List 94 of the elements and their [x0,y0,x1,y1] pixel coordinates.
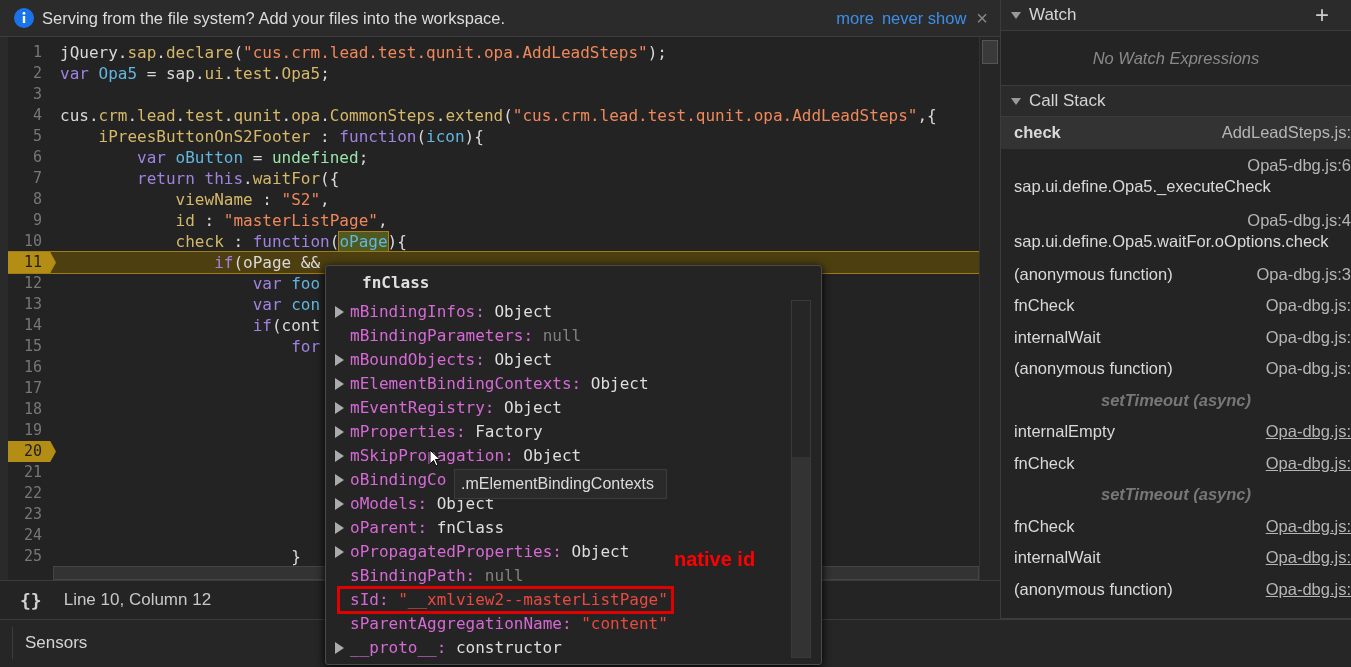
property-entry[interactable]: __proto__: constructor [350,636,562,660]
line-number: 10 [22,231,43,252]
info-link[interactable]: more [836,8,874,28]
line-number: 2 [31,63,43,84]
code-line: jQuery.sap.declare("cus.crm.lead.test.qunit.opa.AddLeadSteps"); [59,42,667,63]
scrollbar[interactable] [979,37,1000,580]
code-line: } [290,546,301,567]
info-message: Serving from the file system? Add your files into the workspace. [42,8,506,28]
call-frame[interactable]: internalWait Opa-dbg.js: [1001,542,1351,574]
property-entry[interactable]: oPropagatedProperties: Object [350,540,630,564]
line-number: 8 [31,189,43,210]
property-entry[interactable]: sId: "__xmlview2--masterListPage" [350,588,668,612]
property-entry[interactable]: mElementBindingContexts: Object [350,372,649,396]
tooltip: .mElementBindingContexts [454,469,667,499]
caret-icon[interactable] [1011,10,1021,20]
property-entry[interactable]: oParent: fnClass [350,516,505,540]
expand-icon[interactable] [334,474,344,486]
line-number: 5 [31,126,43,147]
line-number: 12 [22,273,43,294]
expand-icon[interactable] [334,546,344,558]
line-number: 21 [22,462,43,483]
code-line: cus.crm.lead.test.qunit.opa.CommonSteps.extend("cus.crm.lead.test.qunit.opa.AddLeadSteps",{ [59,105,937,126]
property-entry[interactable]: mEventRegistry: Object [350,396,562,420]
property-entry[interactable]: mBindingInfos: Object [350,300,553,324]
line-number: 1 [31,42,43,63]
call-frame[interactable]: Opa5-dbg.js:4 sap.ui.define.Opa5.waitFor.oOptions.check [1001,203,1351,259]
code-line: var foo [251,273,321,294]
info-icon [14,8,34,28]
call-frame[interactable]: fnCheck Opa-dbg.js: [1001,290,1351,322]
code-line: iPreesButtonOnS2Footer : function(icon){ [97,126,484,147]
line-number: 6 [31,147,43,168]
line-number: 22 [22,483,43,504]
code-line: var oButton = undefined; [136,147,369,168]
call-frame[interactable]: fnCheck Opa-dbg.js: [1001,447,1351,479]
code-line: var con [251,294,321,315]
property-entry[interactable]: mBindingParameters: null [350,324,582,348]
line-number: 4 [31,105,43,126]
popover-title: fnClass [361,272,431,294]
code-line: viewName : "S2", [174,189,330,210]
line-number: 9 [31,210,43,231]
code-line: check : function(oPage){ [174,231,407,252]
annotation-text: native id [674,548,756,571]
code-line: if(oPage && [213,252,321,273]
call-frame[interactable]: (anonymous function) Opa-dbg.js: [1001,573,1351,605]
property-entry[interactable]: sParentAggregationName: "content" [350,612,668,636]
call-frame[interactable]: (anonymous function) Opa-dbg.js:3 [1001,258,1351,290]
info-link[interactable]: never show [881,8,967,28]
cursor-position: Line 10, Column 12 [63,590,212,610]
breakpoint-marker[interactable]: 11 [8,252,56,273]
add-watch-button[interactable]: + [1315,2,1329,28]
line-number: 18 [22,399,43,420]
code-line: id : "masterListPage", [174,210,388,231]
line-number: 19 [22,420,43,441]
call-frame[interactable]: internalWait Opa-dbg.js: [1001,321,1351,353]
code-line: var Opa5 = sap.ui.test.Opa5; [59,63,330,84]
close-button[interactable]: × [974,6,990,30]
async-separator: setTimeout (async) [1099,389,1253,411]
async-separator: setTimeout (async) [1099,484,1253,506]
line-number: 16 [22,357,43,378]
property-entry[interactable]: mBoundObjects: Object [350,348,553,372]
property-entry[interactable]: oBindingCo [350,468,447,492]
expand-icon[interactable] [334,642,344,654]
line-number: 25 [22,546,43,567]
line-number: 7 [31,168,43,189]
code-line: return this.waitFor({ [136,168,340,189]
line-number: 3 [31,84,43,105]
line-number: 13 [22,294,43,315]
drawer-tab[interactable]: Sensors [12,627,100,659]
expand-icon[interactable] [334,402,344,414]
expand-icon[interactable] [334,306,344,318]
code-line: if(cont [251,315,321,336]
expand-icon[interactable] [334,354,344,366]
expand-icon[interactable] [334,450,344,462]
line-number: 23 [22,504,43,525]
caret-icon[interactable] [1011,96,1021,106]
property-entry[interactable]: mProperties: Factory [350,420,543,444]
line-number: 17 [22,378,43,399]
format-button[interactable]: {} [20,589,42,611]
call-frame[interactable]: check AddLeadSteps.js: [1001,117,1351,149]
call-stack-header[interactable]: Call Stack [1001,86,1351,117]
call-frame[interactable]: internalEmpty Opa-dbg.js: [1001,416,1351,448]
call-frame[interactable]: fnCheck Opa-dbg.js: [1001,510,1351,542]
expand-icon[interactable] [334,426,344,438]
code-line: for [290,336,321,357]
line-number: 24 [22,525,43,546]
call-frame[interactable]: Opa5-dbg.js:6 sap.ui.define.Opa5._executeCheck [1001,148,1351,204]
expand-icon[interactable] [334,378,344,390]
line-number: 14 [22,315,43,336]
property-entry[interactable]: sBindingPath: null [350,564,524,588]
expand-icon[interactable] [334,498,344,510]
call-frame[interactable]: (anonymous function) Opa-dbg.js: [1001,353,1351,385]
breakpoint-marker[interactable]: 20 [8,441,56,462]
line-number: 15 [22,336,43,357]
expand-icon[interactable] [334,522,344,534]
